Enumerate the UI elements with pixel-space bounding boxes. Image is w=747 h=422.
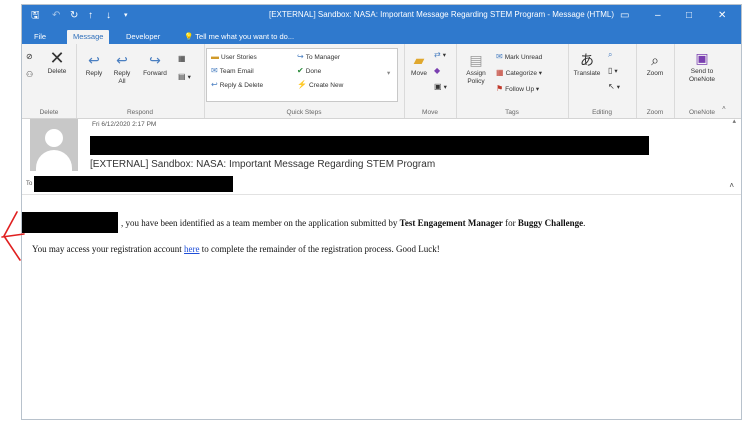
select-icon[interactable]: ↖ ▾	[608, 82, 620, 92]
redacted-name	[22, 212, 118, 233]
send-to-onenote-button[interactable]: ▣ Send to OneNote	[678, 50, 726, 84]
sender-avatar	[30, 119, 78, 171]
collapse-header-icon[interactable]: ˄	[729, 181, 734, 190]
onenote-small-icon[interactable]: ◆	[434, 66, 442, 76]
forward-icon: ↪	[149, 52, 161, 68]
reply-button[interactable]: ↩ Reply	[82, 52, 106, 78]
delete-x-icon: ✕	[49, 48, 65, 68]
window-title: [EXTERNAL] Sandbox: NASA: Important Mess…	[268, 10, 614, 19]
translate-icon: あ	[580, 52, 594, 68]
delete-group-label: Delete	[39, 109, 59, 116]
quick-step-to-manager[interactable]: ↪ To Manager	[297, 52, 340, 62]
ribbon: ⊘ ⚇ ✕ Delete Delete ↩ Reply ↩ Reply All …	[22, 44, 741, 119]
message-subject: [EXTERNAL] Sandbox: NASA: Important Mess…	[90, 159, 436, 170]
junk-icon[interactable]: ⚇	[26, 70, 35, 80]
quick-step-reply-delete[interactable]: ↩ Reply & Delete	[211, 80, 263, 90]
zoom-group-label: Zoom	[646, 109, 664, 116]
body-line-1: , you have been identified as a team mem…	[121, 218, 586, 228]
zoom-group: ⌕ Zoom Zoom	[636, 44, 675, 118]
tab-file[interactable]: File	[28, 30, 52, 44]
tags-group: ▤ Assign Policy ✉ Mark Unread ▦ Categorize…	[456, 44, 569, 118]
lightbulb-icon: 💡	[184, 32, 196, 41]
quick-step-team-email[interactable]: ✉ Team Email	[211, 66, 254, 76]
title-bar: 🖫 ↶ ↻ ↑ ↓ ▾ [EXTERNAL] Sandbox: NASA: Im…	[22, 5, 741, 27]
related-icon[interactable]: ▯ ▾	[608, 66, 618, 76]
redacted-recipient	[34, 176, 233, 192]
quick-steps-group: ▬ User Stories ✉ Team Email ↩ Reply & Delet…	[204, 44, 405, 118]
forward-button[interactable]: ↪ Forward	[138, 52, 172, 78]
close-icon[interactable]: ✕	[718, 9, 726, 23]
ignore-icon[interactable]: ⊘	[26, 52, 35, 62]
outlook-message-window: 🖫 ↶ ↻ ↑ ↓ ▾ [EXTERNAL] Sandbox: NASA: Im…	[21, 4, 742, 420]
gallery-scroll-icon[interactable]: ▾	[387, 69, 390, 78]
folder-icon: ▰	[413, 52, 425, 68]
assign-policy-button[interactable]: ▤ Assign Policy	[458, 52, 494, 86]
tags-group-label: Tags	[505, 109, 519, 116]
respond-group: ↩ Reply ↩ Reply All ↪ Forward ▦ ▤ ▾ Respo…	[76, 44, 205, 118]
editing-group-label: Editing	[592, 109, 612, 116]
delete-group: ⊘ ⚇ ✕ Delete Delete	[22, 44, 77, 118]
mark-unread-button[interactable]: ✉ Mark Unread	[496, 52, 542, 62]
follow-up-button[interactable]: ⚑ Follow Up ▾	[496, 84, 539, 94]
respond-group-label: Respond	[126, 109, 154, 116]
quick-step-user-stories[interactable]: ▬ User Stories	[211, 52, 257, 62]
policy-icon: ▤	[469, 52, 483, 68]
zoom-icon: ⌕	[651, 52, 659, 68]
quick-step-done[interactable]: ✔ Done	[297, 66, 321, 76]
categorize-button[interactable]: ▦ Categorize ▾	[496, 68, 542, 78]
editing-group: あ Translate ⌕ ▯ ▾ ↖ ▾ Editing	[568, 44, 637, 118]
minimize-icon[interactable]: –	[655, 9, 661, 23]
scroll-up-icon[interactable]: ▴	[732, 117, 736, 125]
collapse-ribbon-icon[interactable]: ˄	[722, 104, 726, 113]
translate-button[interactable]: あ Translate	[570, 52, 604, 78]
zoom-button[interactable]: ⌕ Zoom	[639, 52, 671, 78]
engagement-manager: Test Engagement Manager	[399, 218, 503, 228]
quick-step-create-new[interactable]: ⚡ Create New	[297, 80, 343, 90]
tell-me-box[interactable]: 💡 Tell me what you want to do...	[184, 30, 294, 43]
redacted-sender	[90, 136, 649, 155]
reply-all-icon: ↩	[116, 52, 128, 68]
meeting-icon[interactable]: ▦	[178, 54, 188, 64]
header-divider	[22, 194, 741, 195]
body-line-2: You may access your registration account…	[32, 244, 440, 254]
quick-steps-gallery: ▬ User Stories ✉ Team Email ↩ Reply & Delet…	[206, 48, 398, 102]
move-group: ▰ Move ⇄ ▾ ◆ ▣ ▾ Move	[404, 44, 457, 118]
move-group-label: Move	[422, 109, 438, 116]
to-label: To	[26, 181, 33, 187]
actions-icon[interactable]: ▣ ▾	[434, 82, 447, 92]
find-icon[interactable]: ⌕	[608, 50, 614, 60]
reply-all-button[interactable]: ↩ Reply All	[110, 52, 134, 86]
quick-steps-label: Quick Steps	[286, 109, 322, 116]
tab-developer[interactable]: Developer	[120, 30, 166, 44]
more-respond-icon[interactable]: ▤ ▾	[178, 72, 191, 82]
red-arrow-annotation	[1, 211, 25, 261]
delete-button[interactable]: ✕ Delete	[42, 48, 72, 76]
onenote-icon: ▣	[695, 50, 709, 66]
move-button[interactable]: ▰ Move	[406, 52, 432, 78]
message-date: Fri 6/12/2020 2:17 PM	[92, 121, 157, 128]
tab-message[interactable]: Message	[67, 30, 110, 44]
maximize-icon[interactable]: □	[686, 9, 692, 23]
ribbon-tabs: File Message Developer 💡 Tell me what yo…	[22, 27, 741, 44]
registration-link[interactable]: here	[184, 244, 200, 254]
onenote-group: ▣ Send to OneNote OneNote ˄	[674, 44, 730, 118]
ribbon-display-options-icon[interactable]: ▭	[620, 9, 629, 23]
reply-icon: ↩	[88, 52, 100, 68]
rules-icon[interactable]: ⇄ ▾	[434, 50, 446, 60]
challenge-name: Buggy Challenge	[517, 218, 584, 228]
